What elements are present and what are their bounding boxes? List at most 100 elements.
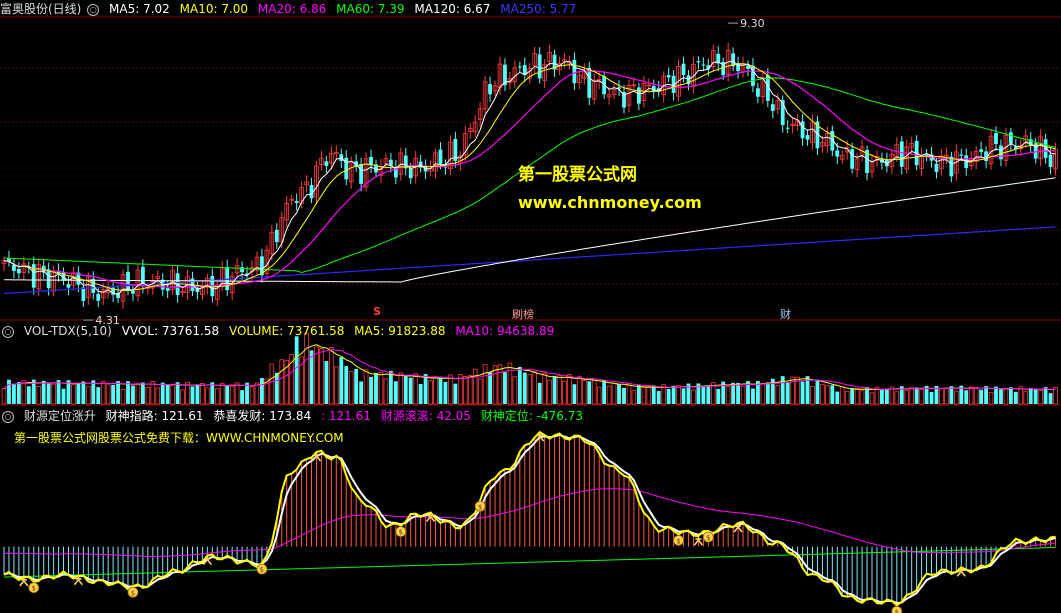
volume-bar [651,385,656,404]
volume-bar [135,383,141,405]
volume-bar [100,381,106,405]
volume-bar [740,385,746,405]
volume-bar [86,386,91,405]
volume-bar [1048,393,1053,404]
volume-bar [701,385,706,404]
candle-body [294,201,299,203]
volume-bar [219,382,225,405]
volume-bar [190,386,195,404]
volume-bar [497,364,503,405]
volume-bar [854,388,860,405]
volume-bar [378,371,384,405]
circle-marker-icon[interactable]: ○ [2,325,14,338]
volume-bar [195,384,200,404]
candle-body [1048,154,1053,168]
volume-bar [76,382,81,404]
candle-body [96,293,101,301]
indicator-name: 财源定位涨升 [23,409,96,423]
volume-bar [820,384,825,405]
volume-bar [994,386,998,404]
volume-bar [111,384,116,404]
volume-bar [611,383,617,405]
volume-bar [61,388,66,404]
volume-bar [909,386,914,405]
candle-body [805,135,810,140]
indicator-a: 财神指路: 121.61 [105,409,204,423]
volume-bar [869,392,875,405]
candle-body [636,87,641,104]
volume-bar [41,380,46,404]
volume-bar [229,385,235,405]
money-bag-symbol-icon: $ [706,534,710,542]
ma250-label: MA250: 5.77 [500,2,577,16]
candle-body [225,266,230,291]
volume-bar [914,387,919,404]
candle-body [666,75,671,78]
volume-bar [56,380,61,404]
candle-body [408,167,413,179]
volume-bar [46,382,51,404]
circle-marker-icon[interactable]: ○ [87,3,100,16]
volume-bar [681,388,686,404]
volume-bar [126,381,130,404]
volume-bar [617,384,621,404]
volume-bar [334,366,339,405]
volume-bar [785,382,790,404]
candle-body [359,164,364,184]
candle-body [756,88,760,97]
volume-bar [596,386,602,405]
volume-bar [81,381,86,404]
volume-bar [398,372,404,405]
volume-bar [260,378,264,404]
volume-bar [165,384,170,404]
volume-bar [751,388,755,404]
volume-bar [646,387,652,405]
volume-bar [329,347,334,405]
volume-bar [160,382,165,404]
volume-bar [140,382,145,404]
volume-bar [155,387,161,405]
volume-bar [294,336,299,404]
watermark-url: www.chnmoney.com [518,193,702,212]
person-figure-icon [19,577,29,587]
volume-bar [810,385,815,405]
volume-bar [363,369,369,405]
volume-bar [656,390,661,404]
candle-body [31,264,36,288]
volume-bar [344,366,349,404]
volume-bar [105,382,111,405]
candle-body [274,229,279,243]
volume-bar [279,359,285,405]
money-bag-symbol-icon: $ [895,608,899,613]
volume-bar [120,388,126,405]
volume-bar [577,376,582,405]
volume-bar [835,391,840,404]
watermark-cn: 第一股票公式网 [518,165,637,185]
volume-bar [904,390,910,405]
volume-bar [205,387,210,405]
volume-bar [507,362,513,405]
volume-bar [859,390,865,405]
volume-bar [423,374,428,404]
volume-bar [884,388,889,404]
ma10-label: MA10: 7.00 [179,2,249,16]
circle-marker-icon[interactable]: ○ [2,410,14,423]
ma120-label: MA120: 6.67 [414,2,491,16]
volume-bar [815,379,820,404]
indicator-c: : 121.61 [321,409,371,423]
volume-bar [641,387,647,405]
volume-bar [354,369,359,404]
main-header: 富奥股份(日线) ○ MA5: 7.02 MA10: 7.00 MA20: 6.… [0,1,582,17]
volume-bar [249,386,255,405]
volume-bar [547,379,552,405]
volume-bar [522,372,527,404]
vvol-label: VVOL: 73761.58 [121,324,220,338]
volume-bar [542,372,547,405]
volume-bar [71,384,76,405]
volume-bar [492,365,498,405]
indicator-e: 财神定位: -476.73 [480,409,583,423]
candle-body [537,54,542,79]
money-bag-symbol-icon: $ [260,566,264,574]
candle-body [949,156,954,177]
candle-body [696,61,701,63]
